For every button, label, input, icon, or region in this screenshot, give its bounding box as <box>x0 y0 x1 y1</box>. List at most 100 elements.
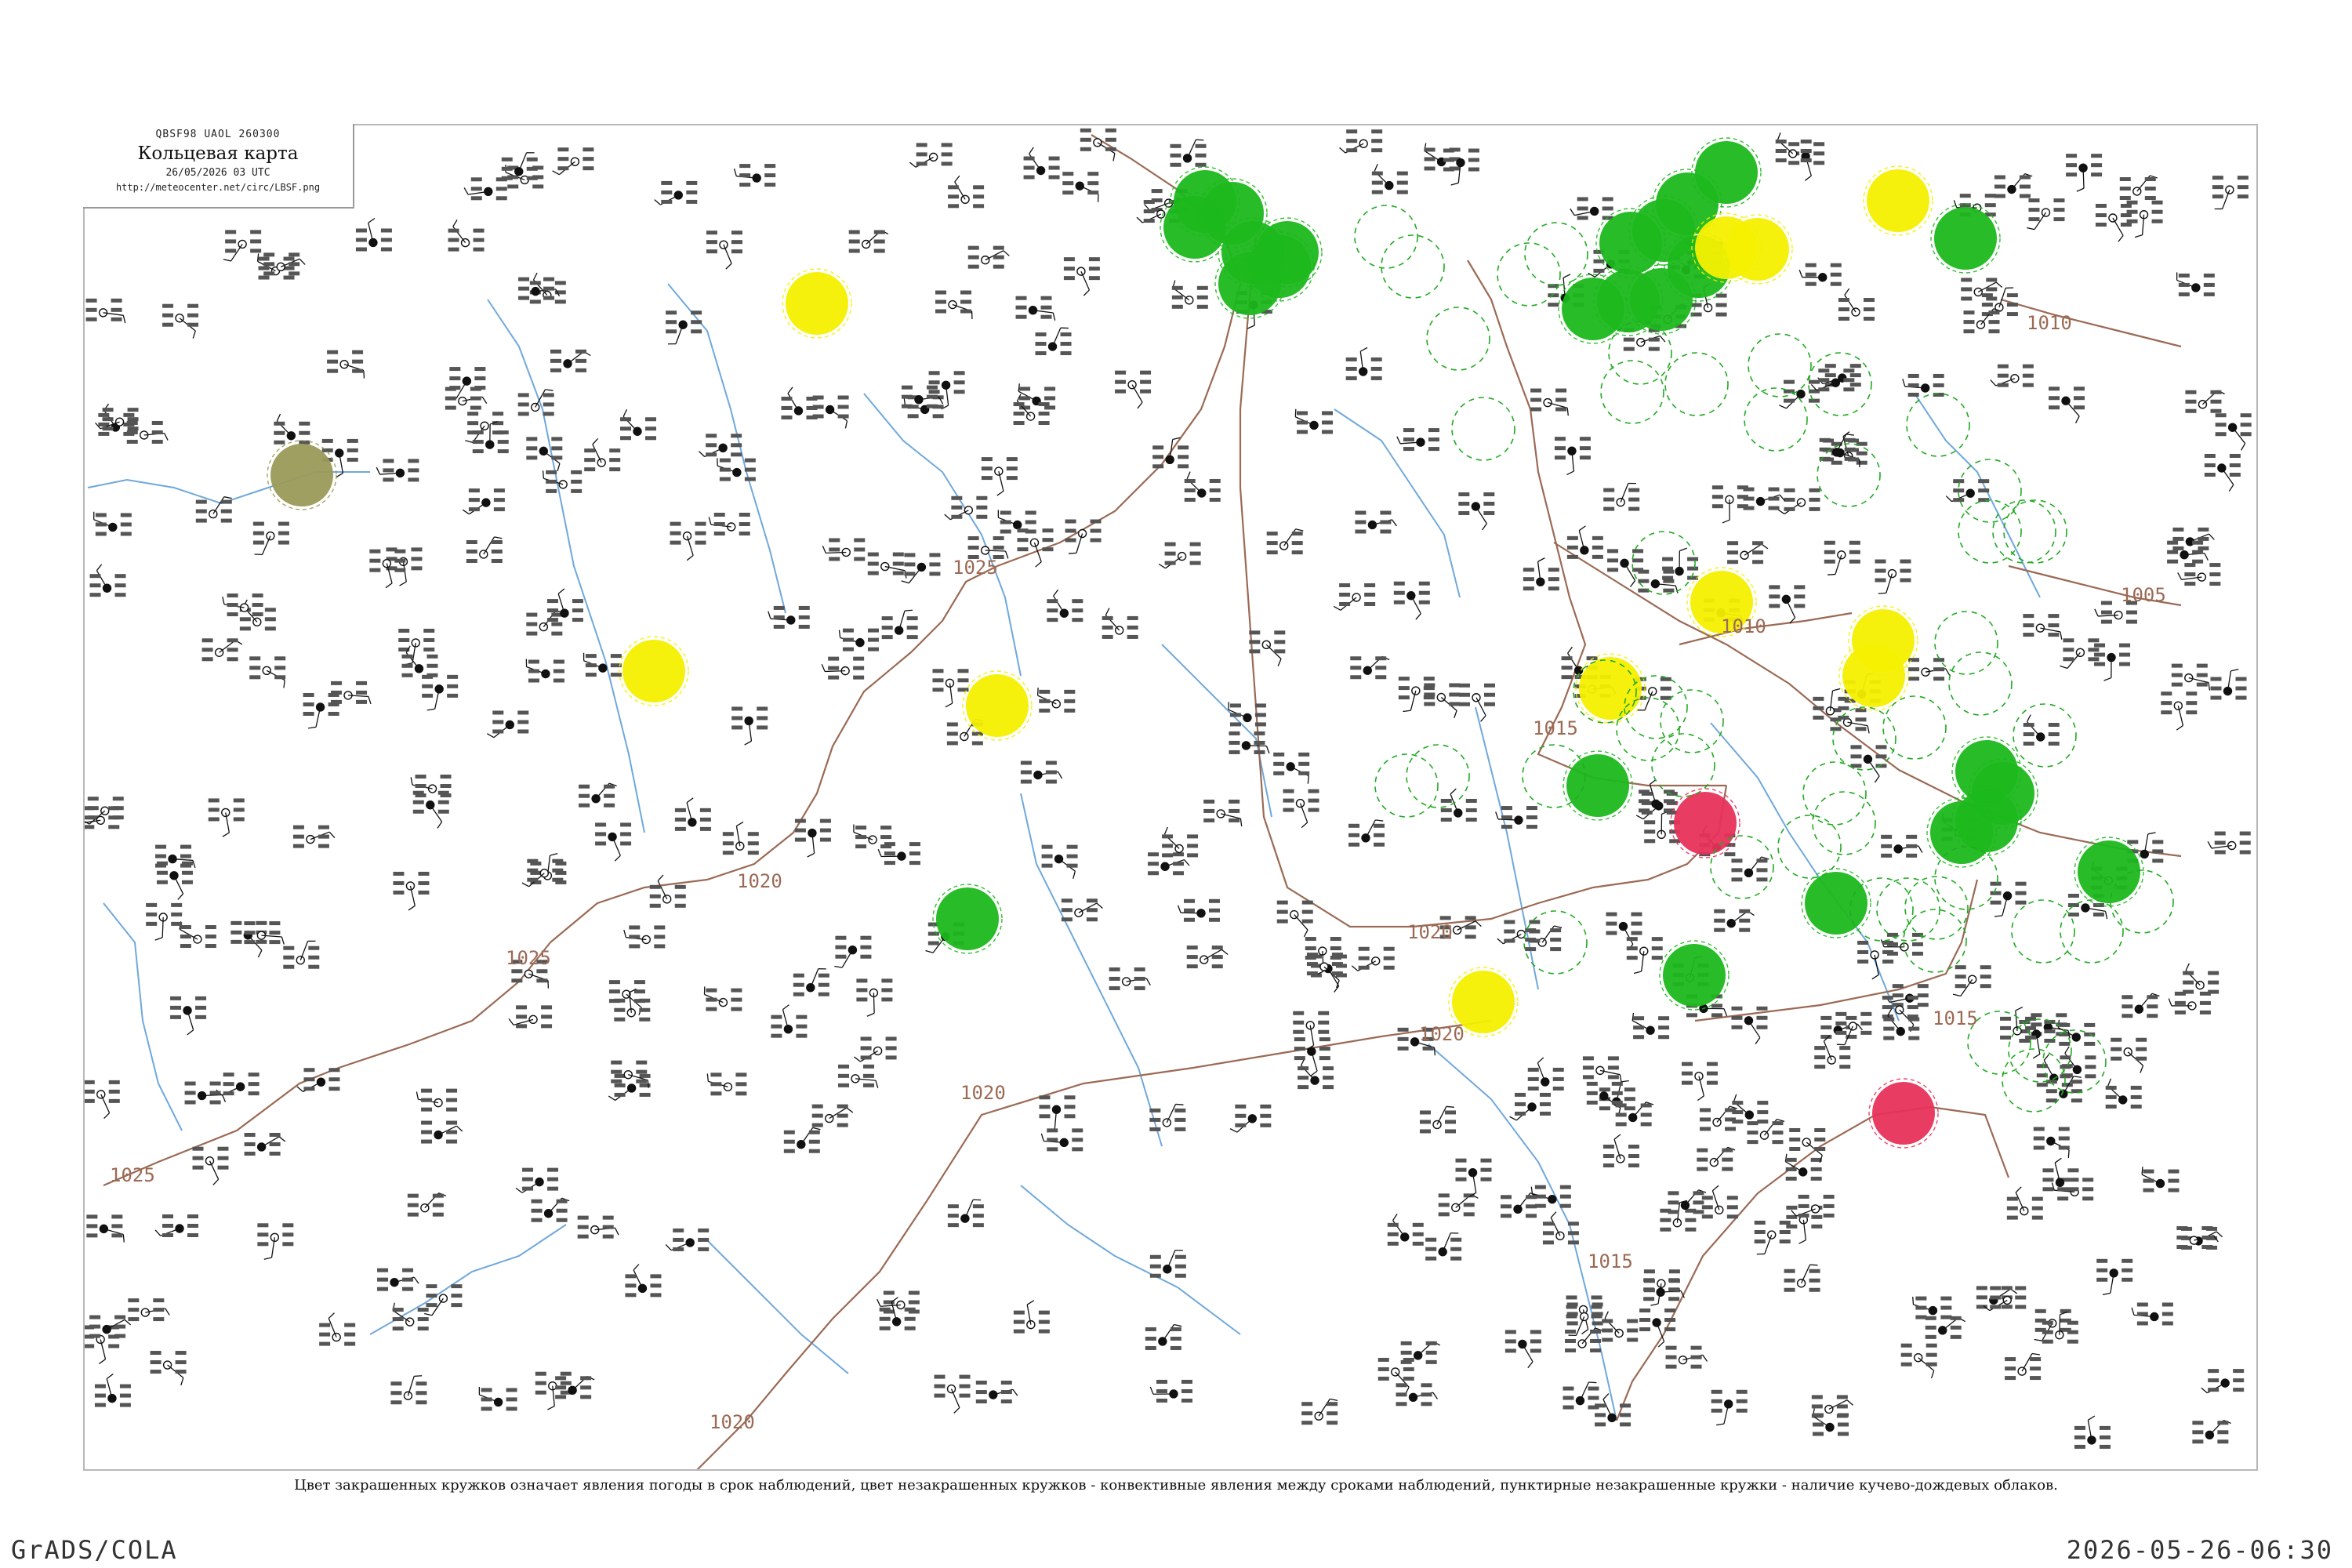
station-plot <box>1602 1134 1639 1168</box>
station-plot <box>1041 844 1078 880</box>
weather-circle <box>1848 605 1918 676</box>
station-plot <box>377 1268 419 1291</box>
map-header: QBSF98 UAOL 260300 Кольцевая карта 26/05… <box>83 124 354 209</box>
station-plot <box>1754 1221 1791 1255</box>
station-plot <box>2171 663 2211 691</box>
station-plot <box>2176 272 2215 296</box>
station-plot <box>1784 1264 1820 1292</box>
cumulonimbus-circle <box>1948 652 2013 716</box>
station-plot <box>935 290 973 320</box>
station-plot <box>1779 379 1820 409</box>
station-plot <box>2111 1037 2147 1073</box>
footer-timestamp: 2026-05-26-06:30 <box>2066 1535 2333 1565</box>
station-plot <box>2094 643 2131 681</box>
station-plot <box>1162 826 1199 858</box>
station-plot <box>1039 1095 1076 1133</box>
station-plot <box>1875 559 1911 594</box>
weather-circle <box>1659 940 1730 1011</box>
station-plot <box>542 470 583 493</box>
station-plot <box>263 252 306 276</box>
station-plot <box>1602 1311 1639 1342</box>
station-plot <box>614 988 651 1022</box>
cumulonimbus-circle <box>1497 242 1561 307</box>
station-plot <box>1186 946 1229 969</box>
cumulonimbus-circle <box>2008 1018 2072 1083</box>
station-plot <box>834 935 872 968</box>
map-url: http://meteocenter.net/circ/LBSF.png <box>115 182 321 193</box>
weather-circle <box>1670 788 1740 858</box>
station-plot <box>274 413 310 445</box>
station-plot <box>1152 437 1189 469</box>
station-plot <box>1777 488 1820 515</box>
station-plot <box>1990 364 2034 387</box>
station-plot <box>2042 1157 2079 1192</box>
station-plot <box>355 217 392 252</box>
station-plot <box>1952 965 1991 997</box>
station-plot <box>928 371 965 410</box>
station-plot <box>2207 831 2251 855</box>
station-plot <box>94 1374 131 1407</box>
station-plot <box>2023 614 2063 640</box>
station-plot <box>1276 900 1313 938</box>
station-plot <box>1603 482 1640 511</box>
weather-circle <box>932 884 1003 954</box>
station-plot <box>1013 1300 1050 1334</box>
station-plot <box>1061 898 1103 922</box>
station-plot <box>867 552 907 579</box>
station-plot <box>1615 1102 1654 1127</box>
station-plot <box>256 253 295 280</box>
station-plot <box>555 1375 595 1399</box>
station-plot <box>967 535 1009 559</box>
station-plot <box>1036 688 1076 713</box>
station-plot <box>445 387 488 410</box>
river-line <box>487 299 645 833</box>
station-plot <box>595 822 632 862</box>
station-plot <box>448 220 485 252</box>
station-plot <box>1109 967 1151 990</box>
station-plot <box>1017 528 1054 568</box>
cumulonimbus-circle <box>1608 321 1672 385</box>
station-plot <box>552 147 594 176</box>
cumulonimbus-circle <box>1710 835 1774 899</box>
station-plot <box>2023 714 2060 746</box>
station-plot <box>1830 708 1870 734</box>
station-plot <box>666 310 702 345</box>
station-plot <box>1881 834 1923 858</box>
station-plot <box>1458 492 1495 531</box>
station-plot <box>1350 655 1390 680</box>
station-plot <box>2005 1352 2042 1381</box>
station-plot <box>249 656 286 688</box>
isobar-label: 1020 <box>960 1082 1006 1104</box>
station-plot <box>1229 731 1270 754</box>
weather-circle <box>619 636 689 706</box>
station-plot <box>1727 541 1769 564</box>
station-plot <box>421 1120 463 1144</box>
station-plot <box>1711 485 1748 524</box>
station-plot <box>1115 370 1152 409</box>
station-plot <box>2177 563 2221 586</box>
bulletin-code: QBSF98 UAOL 260300 <box>155 129 281 140</box>
station-plot <box>1400 1341 1441 1364</box>
station-plot <box>1504 1330 1541 1369</box>
station-plot <box>722 821 759 855</box>
cumulonimbus-circle <box>1651 733 1715 797</box>
station-plot <box>1301 1398 1338 1425</box>
station-plot <box>717 458 756 481</box>
station-plot <box>462 488 505 515</box>
station-plot <box>811 1104 854 1127</box>
station-plot <box>1824 540 1860 575</box>
station-plot <box>531 1197 570 1222</box>
station-plot <box>2095 204 2132 242</box>
station-plot <box>1145 1323 1182 1350</box>
station-plot <box>1062 172 1099 202</box>
isobar-label: 1020 <box>710 1411 755 1433</box>
river-line <box>863 393 1022 677</box>
cumulonimbus-circle <box>1660 689 1724 753</box>
station-plot <box>2161 691 2198 731</box>
station-plot <box>1443 148 1479 186</box>
station-plot <box>518 277 561 300</box>
station-plot <box>478 1387 517 1411</box>
station-plot <box>698 434 742 458</box>
station-plot <box>1455 1158 1492 1197</box>
weather-circle <box>1575 653 1646 724</box>
